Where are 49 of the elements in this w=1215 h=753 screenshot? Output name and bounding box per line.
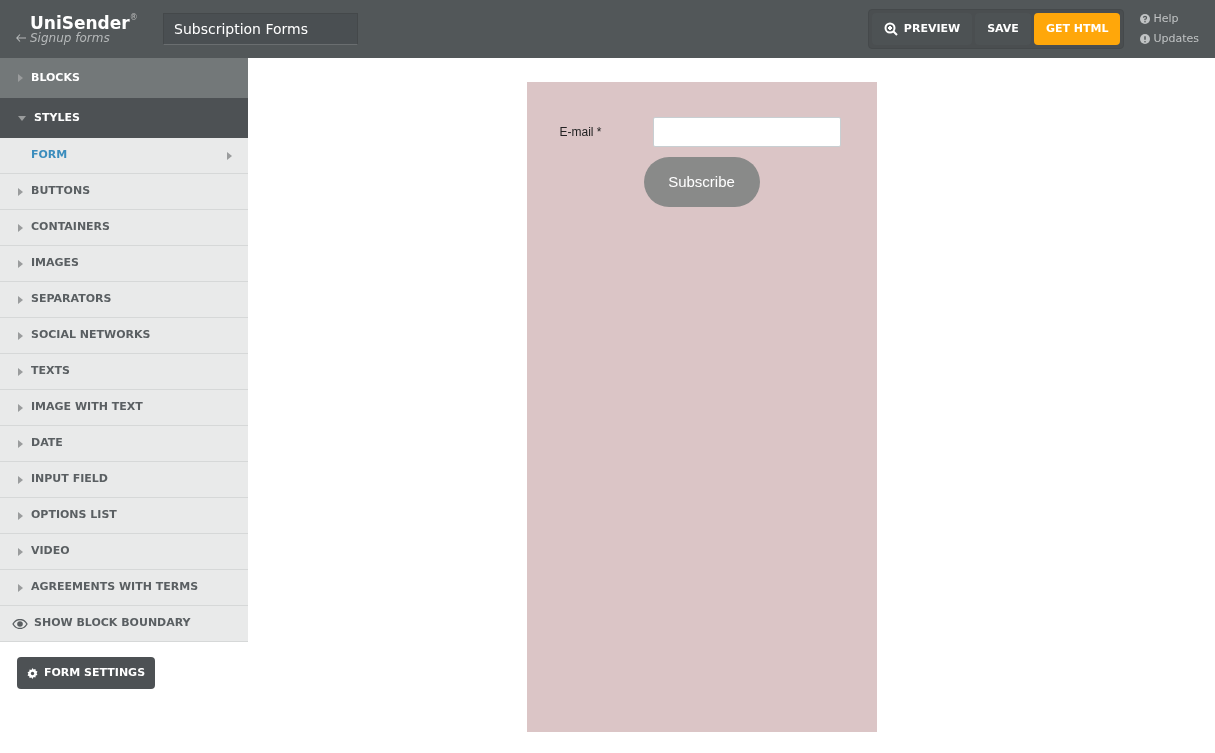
caret-right-icon [18, 367, 23, 376]
section-header[interactable]: STYLES [0, 98, 248, 138]
caret-right-icon [18, 403, 23, 412]
gear-icon [27, 667, 38, 679]
question-icon [1140, 14, 1151, 25]
sidebar-item[interactable]: IMAGES [0, 246, 248, 282]
preview-button[interactable]: PREVIEW [871, 13, 973, 45]
sidebar-item[interactable]: OPTIONS LIST [0, 498, 248, 534]
caret-right-icon [18, 439, 23, 448]
caret-right-icon [18, 583, 23, 592]
section-header[interactable]: BLOCKS [0, 58, 248, 98]
form-settings-button[interactable]: FORM SETTINGS [17, 657, 156, 689]
caret-right-icon [18, 511, 23, 520]
sidebar-item[interactable]: SEPARATORS [0, 282, 248, 318]
caret-right-icon [18, 74, 23, 82]
arrow-left-icon [16, 34, 26, 42]
registered-mark: ® [129, 13, 138, 22]
caret-right-icon [18, 187, 23, 196]
sidebar-item[interactable]: INPUT FIELD [0, 462, 248, 498]
save-button[interactable]: SAVE [975, 13, 1031, 45]
sidebar-item[interactable]: CONTAINERS [0, 210, 248, 246]
field-label: E-mail * [559, 124, 603, 141]
help-link[interactable]: Help [1140, 11, 1199, 28]
sidebar-item[interactable]: TEXTS [0, 354, 248, 390]
updates-link[interactable]: Updates [1140, 30, 1199, 47]
eye-icon [12, 618, 28, 629]
caret-right-icon [18, 259, 23, 268]
subscribe-button[interactable]: Subscribe [643, 157, 760, 207]
caret-right-icon [18, 547, 23, 556]
caret-right-icon [18, 295, 23, 304]
sidebar-item[interactable]: FORM [0, 138, 248, 174]
boundary-toggle[interactable]: SHOW BLOCK BOUNDARY [0, 606, 248, 642]
logo: UniSender [30, 13, 130, 32]
back-link[interactable]: Signup forms [16, 31, 163, 45]
sidebar-item[interactable]: IMAGE WITH TEXT [0, 390, 248, 426]
sidebar-item[interactable]: DATE [0, 426, 248, 462]
caret-right-icon [18, 223, 23, 232]
sidebar-item[interactable]: VIDEO [0, 534, 248, 570]
exclamation-icon [1140, 33, 1151, 44]
caret-right-icon [18, 331, 23, 340]
caret-right-icon [18, 475, 23, 484]
sidebar-item[interactable]: BUTTONS [0, 174, 248, 210]
email-field[interactable] [652, 117, 841, 147]
sidebar-item[interactable]: SOCIAL NETWORKS [0, 318, 248, 354]
caret-down-icon [18, 115, 26, 121]
caret-right-icon [227, 151, 232, 160]
sidebar-item[interactable]: AGREEMENTS WITH TERMS [0, 570, 248, 606]
zoom-in-icon [883, 22, 898, 36]
title-field[interactable]: Subscription Forms [163, 13, 358, 45]
